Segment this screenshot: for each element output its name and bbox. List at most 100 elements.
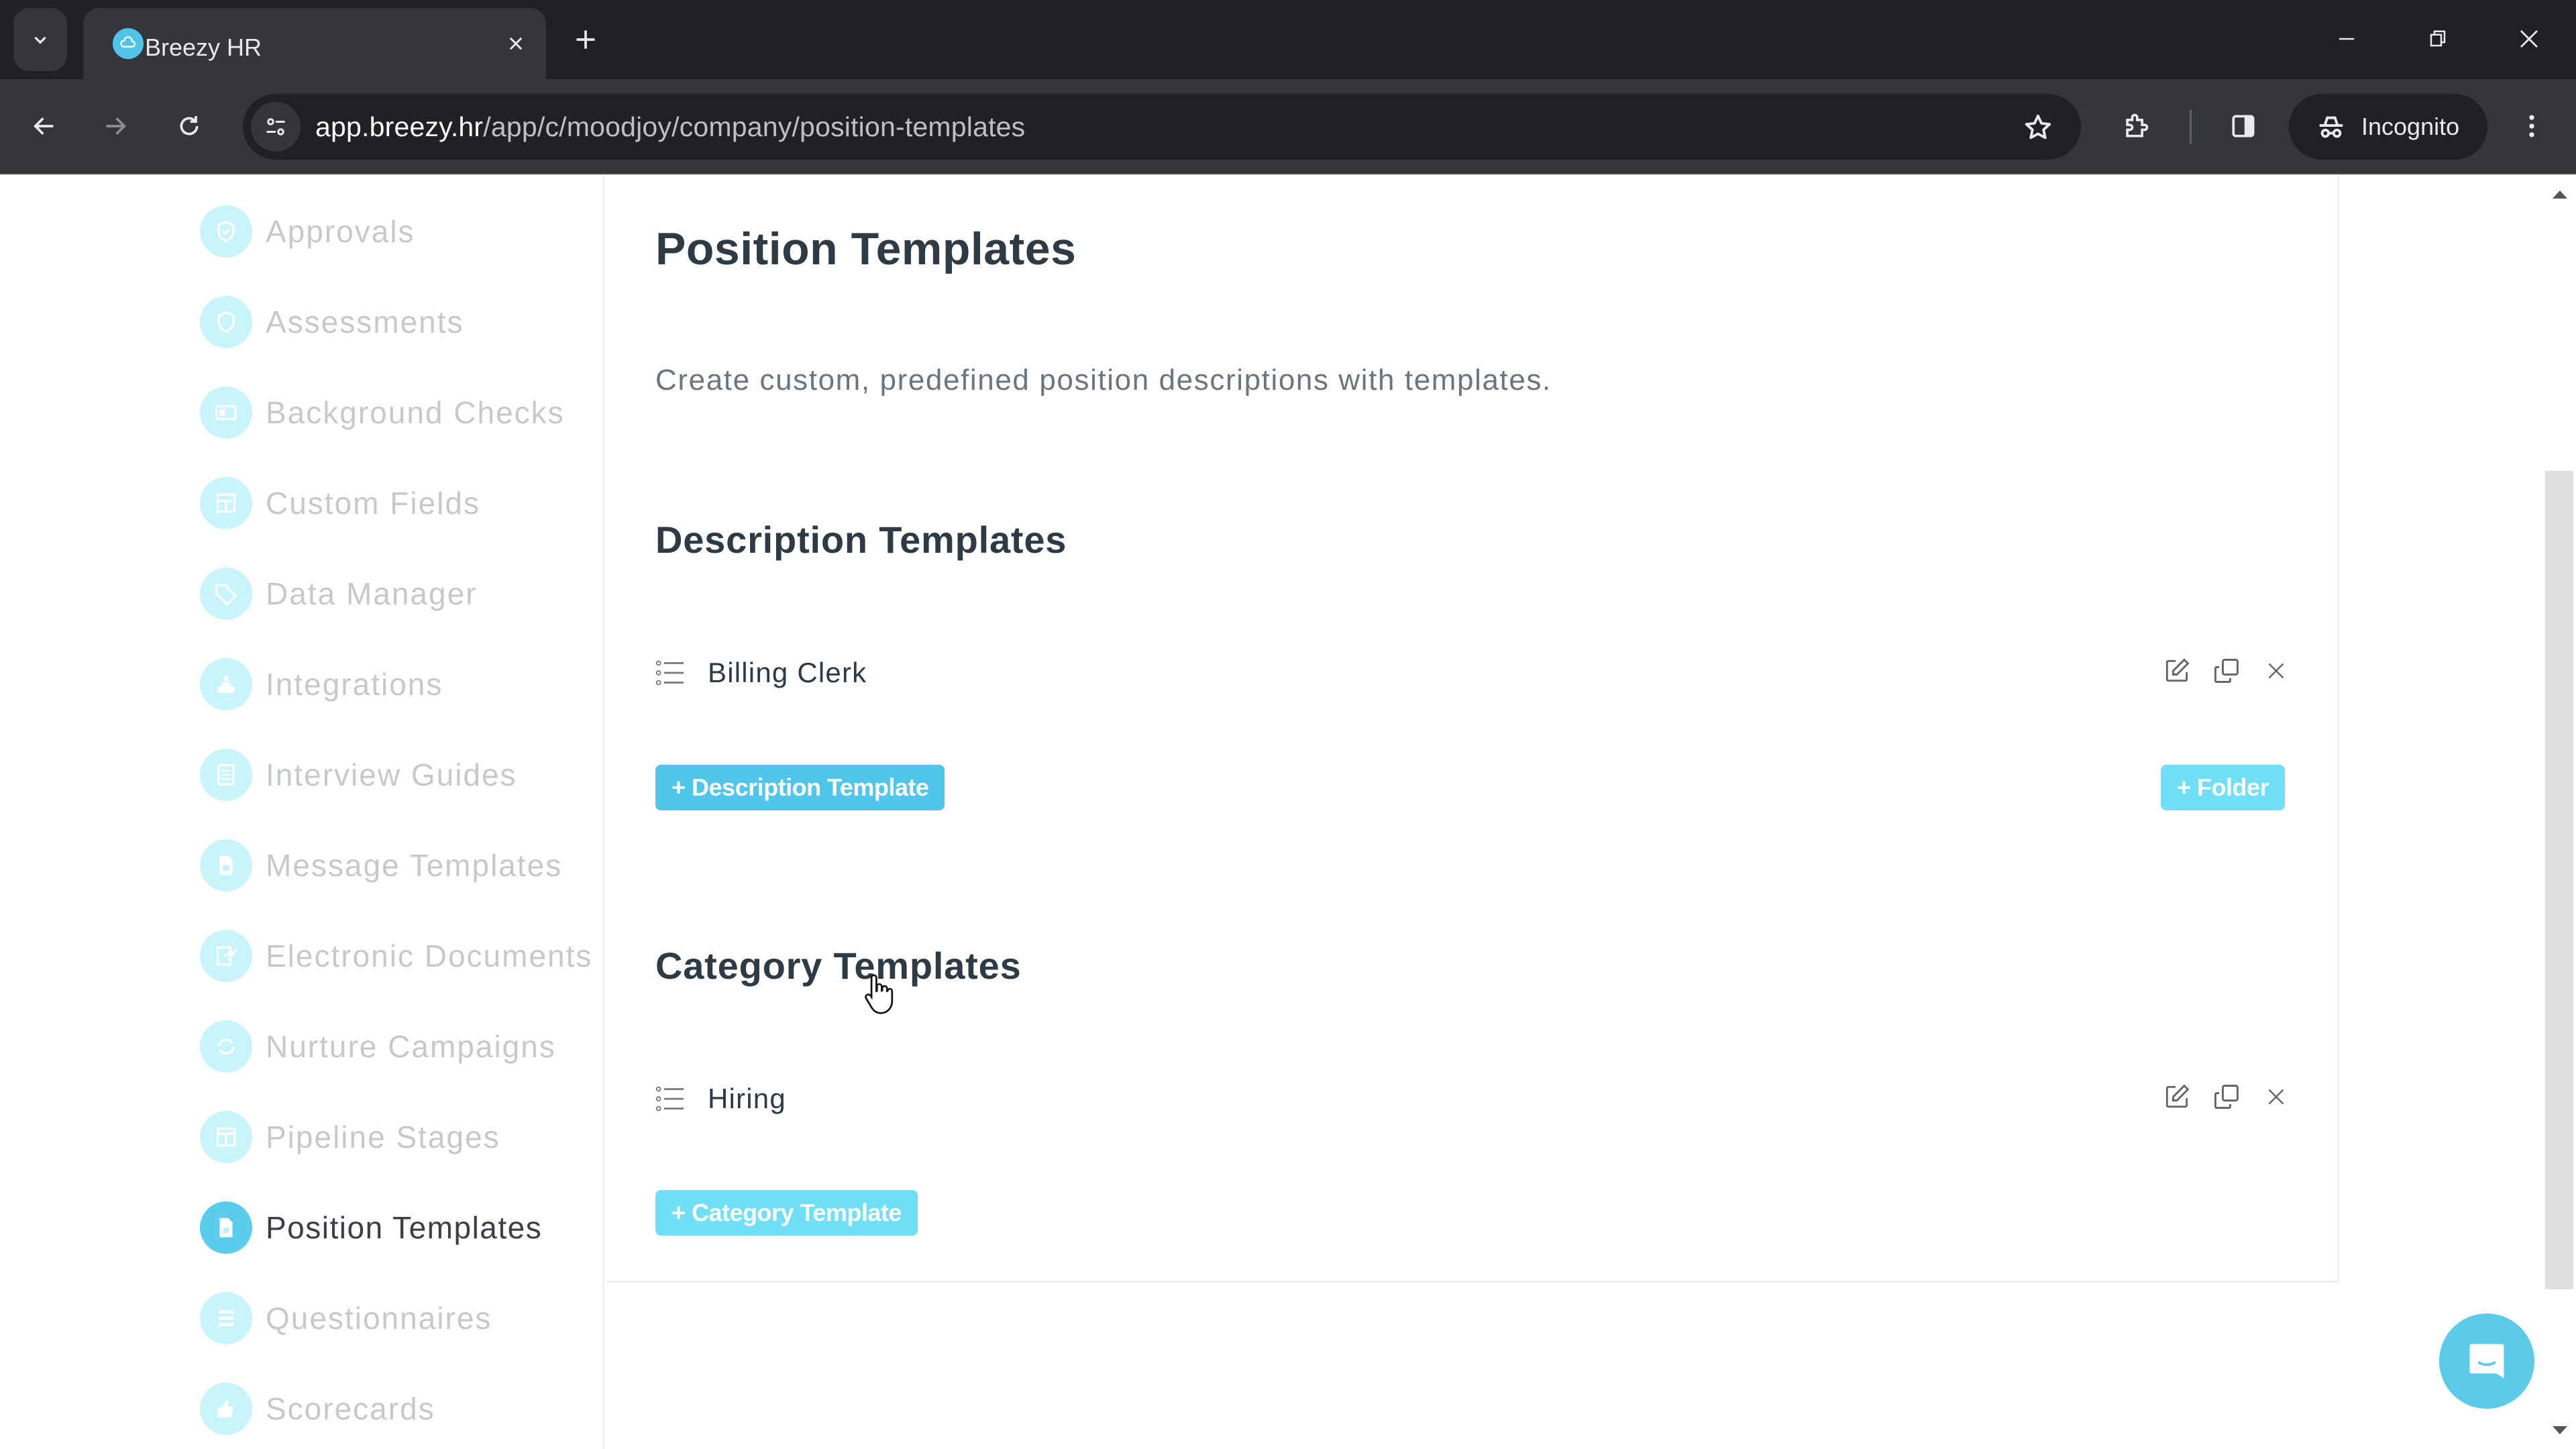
page-scrollbar[interactable]: [2543, 176, 2576, 1449]
sidebar-item-label: Data Manager: [266, 576, 478, 611]
sidebar-item-label: Custom Fields: [266, 486, 480, 521]
plus-icon: [576, 30, 595, 49]
scroll-thumb[interactable]: [2545, 471, 2573, 1289]
template-row[interactable]: Billing Clerk: [655, 649, 2292, 696]
chat-icon: [2469, 1344, 2504, 1379]
tab-close-button[interactable]: [499, 27, 533, 60]
page-title: Position Templates: [655, 223, 1077, 274]
incognito-label: Incognito: [2361, 113, 2460, 140]
description-templates-heading: Description Templates: [655, 519, 1067, 561]
back-button[interactable]: [24, 106, 64, 146]
sidebar-item-nurture-campaigns[interactable]: Nurture Campaigns: [200, 1020, 556, 1073]
sidebar-item-integrations[interactable]: Integrations: [200, 657, 443, 711]
sidebar-item-custom-fields[interactable]: Custom Fields: [200, 476, 480, 530]
list-icon: [655, 1086, 684, 1112]
scroll-up-arrow-icon[interactable]: [2553, 191, 2567, 199]
shield-check-icon: [200, 205, 252, 258]
tab-title: Breezy HR: [145, 34, 262, 61]
chat-launcher-button[interactable]: [2439, 1313, 2534, 1409]
sidebar-item-label: Nurture Campaigns: [266, 1029, 556, 1064]
arrow-right-icon: [106, 117, 126, 135]
sidebar-item-label: Electronic Documents: [266, 938, 593, 973]
sidebar-item-message-templates[interactable]: Message Templates: [200, 839, 562, 892]
puzzle-icon: [200, 658, 252, 710]
sidebar-item-approvals[interactable]: Approvals: [200, 205, 415, 258]
page-description: Create custom, predefined position descr…: [655, 364, 1552, 396]
sidebar-item-background-checks[interactable]: Background Checks: [200, 386, 565, 439]
close-icon: [2520, 30, 2538, 48]
browser-menu-button[interactable]: [2510, 105, 2553, 148]
side-panel-icon: [2232, 115, 2255, 138]
edit-icon: [2165, 1084, 2190, 1108]
sidebar-item-label: Interview Guides: [266, 757, 517, 792]
reload-icon: [180, 116, 199, 136]
document-icon: [200, 749, 252, 801]
settings-sidebar: Approvals Assessments Background Checks Cus…: [0, 176, 604, 1449]
toolbar-divider: [2190, 110, 2192, 144]
sidebar-item-assessments[interactable]: Assessments: [200, 295, 464, 349]
more-vertical-icon: [2529, 115, 2534, 138]
breezy-favicon-icon: [113, 28, 144, 59]
browser-tab-strip: Breezy HR: [0, 0, 2576, 79]
reload-button[interactable]: [169, 106, 209, 146]
signature-icon: [200, 930, 252, 982]
delete-button[interactable]: [2260, 1081, 2292, 1113]
bookmark-button[interactable]: [2019, 109, 2057, 146]
url-text: app.breezy.hr/app/c/moodjoy/company/posi…: [315, 111, 1025, 143]
close-icon: [509, 37, 523, 50]
edit-icon: [2165, 658, 2190, 682]
tag-icon: [200, 568, 252, 620]
tab-search-button[interactable]: [13, 8, 67, 71]
forward-button[interactable]: [95, 106, 136, 146]
template-name[interactable]: Billing Clerk: [708, 657, 867, 689]
sidebar-item-questionnaires[interactable]: Questionnaires: [200, 1291, 492, 1345]
sidebar-item-scorecards[interactable]: Scorecards: [200, 1382, 435, 1436]
add-description-template-button[interactable]: + Description Template: [655, 765, 945, 810]
add-folder-button[interactable]: + Folder: [2161, 765, 2286, 810]
close-window-button[interactable]: [2509, 19, 2549, 59]
id-card-icon: [200, 386, 252, 439]
minimize-button[interactable]: [2326, 19, 2367, 59]
list-icon: [200, 1292, 252, 1344]
sidebar-item-data-manager[interactable]: Data Manager: [200, 567, 478, 621]
close-icon: [2268, 663, 2284, 679]
sidebar-item-pipeline-stages[interactable]: Pipeline Stages: [200, 1110, 500, 1164]
row-actions: [2161, 1081, 2292, 1113]
side-panel-button[interactable]: [2222, 105, 2265, 148]
template-row[interactable]: Hiring: [655, 1075, 2292, 1122]
edit-button[interactable]: [2161, 655, 2193, 687]
star-icon: [2025, 114, 2051, 140]
edit-button[interactable]: [2161, 1081, 2193, 1113]
row-actions: [2161, 655, 2292, 687]
duplicate-button[interactable]: [2210, 655, 2243, 687]
sidebar-item-label: Assessments: [266, 305, 464, 339]
duplicate-button[interactable]: [2210, 1081, 2243, 1113]
incognito-badge[interactable]: Incognito: [2289, 94, 2487, 160]
shield-icon: [200, 296, 252, 348]
extensions-button[interactable]: [2114, 105, 2157, 148]
hand-cursor-icon: [865, 974, 894, 1014]
template-name[interactable]: Hiring: [708, 1083, 786, 1115]
sidebar-item-electronic-documents[interactable]: Electronic Documents: [200, 929, 592, 983]
scroll-down-arrow-icon[interactable]: [2553, 1426, 2567, 1434]
sidebar-item-label: Message Templates: [266, 848, 563, 883]
address-bar[interactable]: app.breezy.hr/app/c/moodjoy/company/posi…: [243, 94, 2081, 160]
sidebar-item-label: Scorecards: [266, 1391, 435, 1426]
browser-toolbar: app.breezy.hr/app/c/moodjoy/company/posi…: [0, 79, 2576, 174]
url-host: app.breezy.hr: [315, 111, 484, 142]
restore-icon: [2430, 30, 2446, 47]
sidebar-item-label: Questionnaires: [266, 1301, 492, 1336]
file-icon: [200, 839, 252, 892]
restore-button[interactable]: [2418, 19, 2458, 59]
sidebar-item-interview-guides[interactable]: Interview Guides: [200, 748, 517, 802]
sidebar-item-label: Integrations: [266, 667, 443, 702]
sidebar-item-position-templates[interactable]: Position Templates: [200, 1201, 542, 1254]
delete-button[interactable]: [2260, 655, 2292, 687]
site-info-button[interactable]: [251, 102, 301, 152]
copy-icon: [2214, 659, 2239, 683]
sidebar-item-label: Background Checks: [266, 395, 565, 430]
browser-tab[interactable]: Breezy HR: [83, 8, 546, 79]
category-templates-heading: Category Templates: [655, 945, 1022, 987]
new-tab-button[interactable]: [569, 23, 602, 56]
add-category-template-button[interactable]: + Category Template: [655, 1190, 918, 1236]
